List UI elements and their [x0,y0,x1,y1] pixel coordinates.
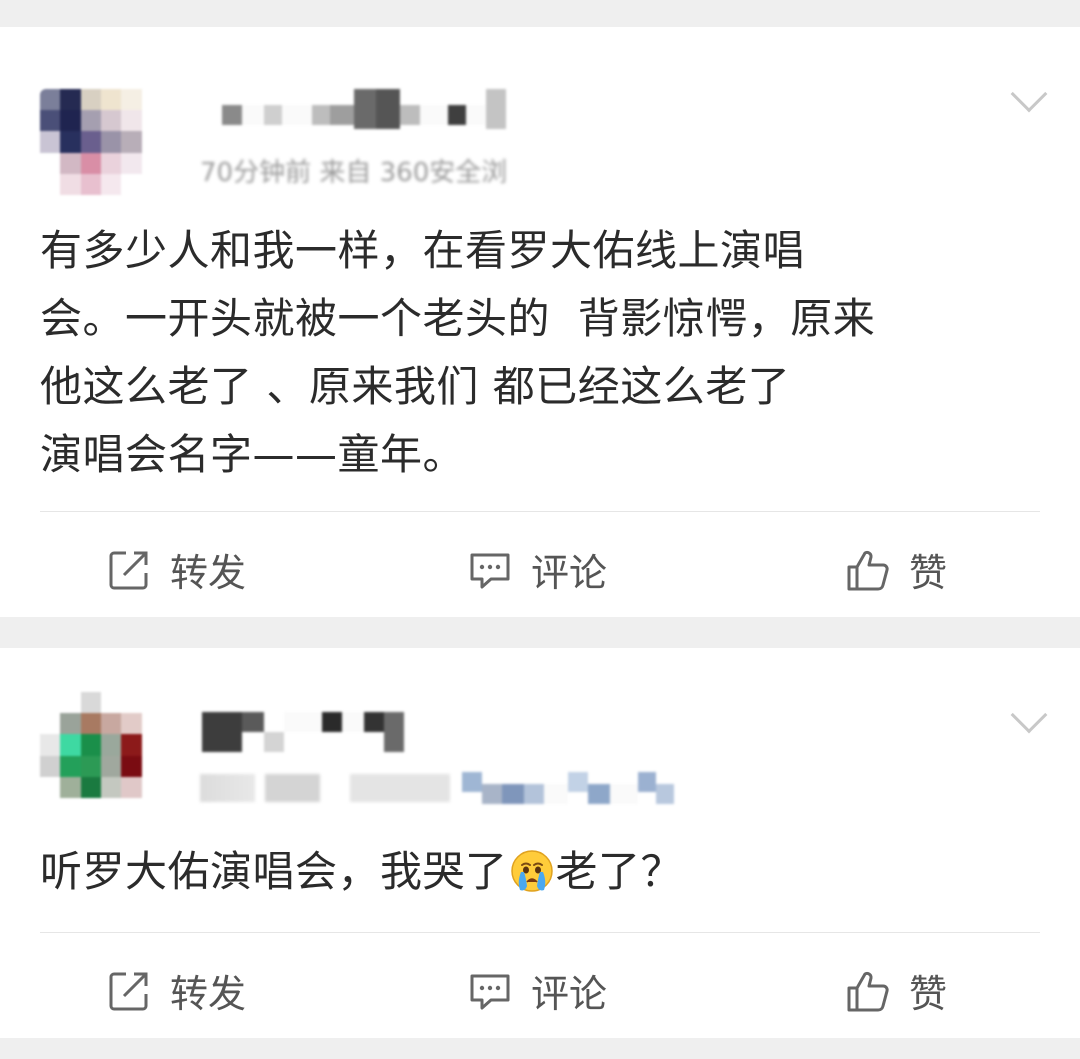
chevron-down-icon[interactable] [1010,696,1048,734]
chevron-down-icon[interactable] [1010,75,1048,113]
post-meta [200,774,450,802]
comment-icon [470,974,510,1009]
repost-icon [109,551,148,589]
avatar[interactable] [40,89,162,195]
comment-icon [470,553,510,588]
like-button[interactable]: 赞 [845,542,947,597]
post-text-part: 听罗大佑演唱会，我哭了 [40,847,508,896]
thumbs-up-icon [847,550,889,590]
post-text-line: 他这么老了 、原来我们 都已经这么老了 [40,362,791,411]
post-card: 听罗大佑演唱会，我哭了 老了？ 转发 评论 赞 [0,648,1080,1038]
thumbs-up-icon [847,971,889,1011]
post-text-line: 演唱会名字——童年。 [40,430,466,479]
post-text-line: 会。一开头就被一个老头的 背影惊愕，原来 [40,294,876,343]
username-redacted[interactable] [202,712,404,752]
comment-button[interactable]: 评论 [467,542,607,597]
post-text: 有多少人和我一样，在看罗大佑线上演唱 会。一开头就被一个老头的 背影惊愕，原来 … [40,217,1050,489]
post-card: 70分钟前 来自 360安全浏 有多少人和我一样，在看罗大佑线上演唱 会。一开头… [0,27,1080,617]
avatar[interactable] [40,692,162,798]
repost-button[interactable]: 转发 [106,963,246,1018]
like-label: 赞 [909,551,948,595]
comment-label: 评论 [531,551,608,595]
meta-redacted [462,772,674,804]
repost-label: 转发 [170,972,247,1016]
divider [40,511,1040,512]
post-meta: 70分钟前 来自 360安全浏 [200,158,508,183]
post-text-line: 有多少人和我一样，在看罗大佑线上演唱 [40,226,806,275]
like-button[interactable]: 赞 [845,963,947,1018]
crying-face-icon [510,850,553,892]
post-text-part: 老了？ [555,847,684,896]
weibo-feed: 70分钟前 来自 360安全浏 有多少人和我一样，在看罗大佑线上演唱 会。一开头… [0,0,1080,1059]
post-text-line: 听罗大佑演唱会，我哭了 老了？ [40,838,1050,906]
like-label: 赞 [909,972,948,1016]
repost-button[interactable]: 转发 [106,542,246,597]
repost-label: 转发 [170,551,247,595]
divider [40,932,1040,933]
comment-button[interactable]: 评论 [467,963,607,1018]
repost-icon [109,972,148,1010]
username-redacted[interactable] [222,89,506,129]
comment-label: 评论 [531,972,608,1016]
post-text: 听罗大佑演唱会，我哭了 老了？ [40,838,1050,906]
